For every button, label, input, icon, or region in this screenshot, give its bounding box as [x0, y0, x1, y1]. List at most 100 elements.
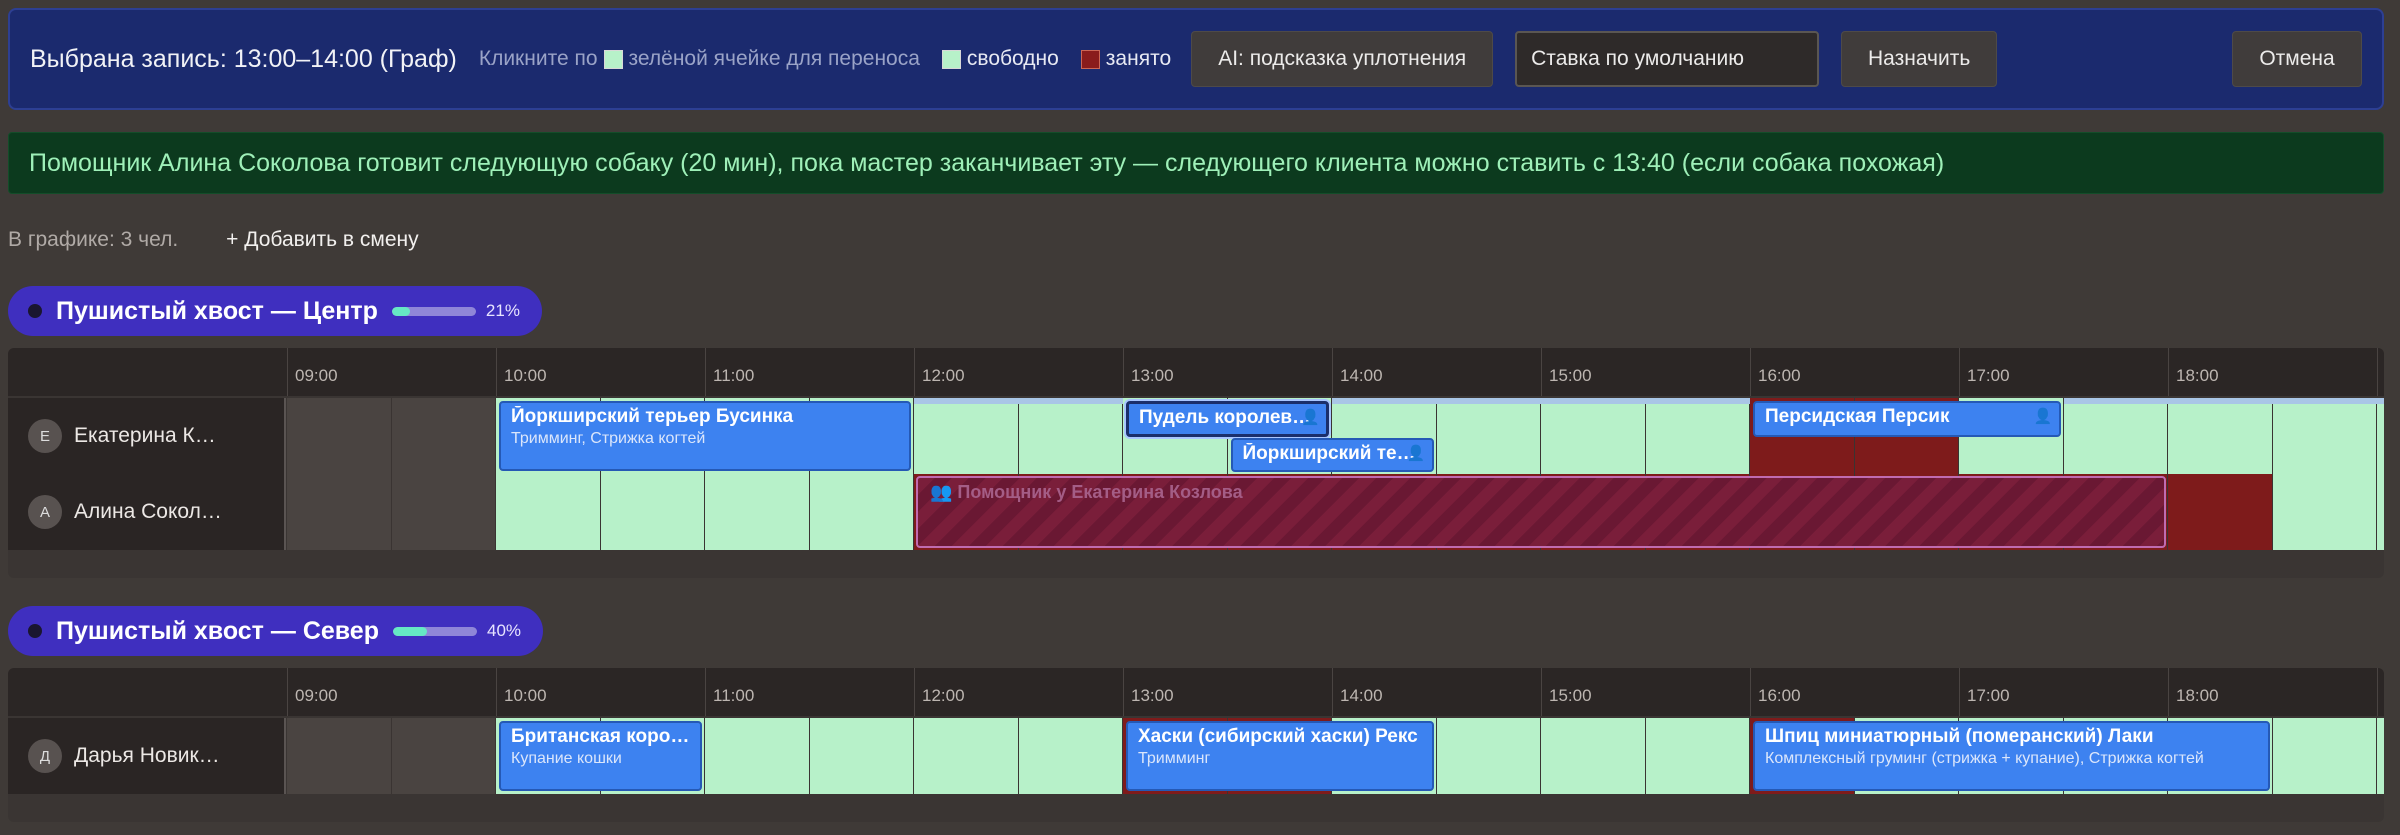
slot-cell-free[interactable] [1018, 398, 1123, 474]
slot-cell-free[interactable] [1541, 398, 1646, 474]
staff-name-cell[interactable]: А Алина Сокол… [8, 474, 286, 550]
selected-record-label: Выбрана запись: 13:00–14:00 (Граф) [30, 44, 457, 73]
hour-label: 10:00 [504, 686, 547, 705]
hour-divider [496, 668, 497, 716]
person-icon: 👤 [1406, 445, 1426, 462]
staff-name-cell[interactable]: Е Екатерина К… [8, 398, 286, 474]
slot-cell-off [287, 718, 392, 794]
slot-cell-free[interactable] [705, 474, 810, 550]
add-to-shift-button[interactable]: + Добавить в смену [226, 228, 418, 252]
person-icon: 👤 [1301, 409, 1320, 426]
slot-cell-free[interactable] [496, 474, 601, 550]
salon-header-center[interactable]: Пушистый хвост — Центр 21% [8, 286, 542, 336]
slot-cell-free[interactable] [2377, 398, 2384, 474]
hour-label: 16:00 [1758, 686, 1801, 705]
slot-cell-free[interactable] [1436, 398, 1541, 474]
salon-name: Пушистый хвост — Центр [56, 296, 378, 325]
hour-divider [287, 668, 288, 716]
slot-cell-off [287, 474, 392, 550]
hour-divider [1123, 668, 1124, 716]
cancel-button[interactable]: Отмена [2232, 31, 2362, 87]
salon-name: Пушистый хвост — Север [56, 616, 379, 645]
appointment-title: Британская коро… [511, 726, 690, 747]
slot-cell-free[interactable] [1645, 718, 1750, 794]
salon-header-north[interactable]: Пушистый хвост — Север 40% [8, 606, 544, 656]
slot-top-strip [2063, 398, 2384, 404]
hour-divider [2377, 348, 2378, 396]
hour-divider [1123, 348, 1124, 396]
appointment-card[interactable]: Йоркширский те… 👤 [1230, 438, 1434, 472]
slot-cell-free[interactable] [600, 474, 705, 550]
hour-divider [2377, 668, 2378, 716]
avatar: Д [28, 739, 62, 773]
slot-cell-free[interactable] [2272, 398, 2377, 474]
slot-cell-free[interactable] [1018, 718, 1123, 794]
slot-cell-off [391, 398, 496, 474]
hour-divider [496, 348, 497, 396]
assign-button[interactable]: Назначить [1841, 31, 1998, 87]
salon-load-pct: 21% [485, 301, 520, 320]
staff-row: А Алина Сокол… 👥 Помощник у Екатерина Козл… [8, 474, 2384, 550]
hour-label: 10:00 [504, 366, 547, 385]
hour-label: 12:00 [922, 366, 965, 385]
avatar: А [28, 495, 62, 529]
hour-divider [914, 348, 915, 396]
helper-info-banner: Помощник Алина Соколова готовит следующу… [8, 132, 2384, 194]
slot-cell-free[interactable] [809, 718, 914, 794]
hour-divider [1332, 668, 1333, 716]
slot-cell-free[interactable] [914, 718, 1019, 794]
slot-cell-free[interactable] [914, 398, 1019, 474]
appointment-card[interactable]: Шпиц миниатюрный (померанский) Лаки Компл… [1753, 721, 2270, 791]
staff-row: Е Екатерина К… Йоркширский терьер Бусинка Т… [8, 398, 2384, 474]
salon-load-bar [391, 306, 476, 316]
hour-label: 17:00 [1967, 366, 2010, 385]
hour-divider [1541, 348, 1542, 396]
appointment-card[interactable]: Персидская Персик 👤 [1753, 401, 2061, 437]
hour-label: 18:00 [2176, 366, 2219, 385]
ai-compaction-button[interactable]: AI: подсказка уплотнения [1191, 31, 1494, 87]
appointment-card[interactable]: Британская коро… Купание кошки [499, 721, 702, 791]
slot-cell-free[interactable] [1541, 718, 1646, 794]
slot-cell-free[interactable] [2063, 398, 2168, 474]
appointment-card[interactable]: Йоркширский терьер Бусинка Тримминг, Стри… [499, 401, 911, 471]
slot-cell-free[interactable] [1645, 398, 1750, 474]
staff-name-cell[interactable]: Д Дарья Новик… [8, 718, 286, 794]
appointment-card-selected[interactable]: Пудель королев… 👤 [1126, 401, 1329, 437]
slot-cell-free[interactable] [2377, 474, 2384, 550]
hint-text-before: Кликните по [478, 47, 598, 70]
salon-dot-icon [28, 304, 42, 318]
hour-label: 18:00 [2176, 686, 2219, 705]
hint-text-after: зелёной ячейке для переноса [628, 47, 920, 70]
hour-divider [1750, 348, 1751, 396]
slot-cell-free[interactable] [2272, 718, 2377, 794]
slot-cell-free[interactable] [705, 718, 810, 794]
rate-select[interactable] [1515, 31, 1820, 87]
hour-divider [1959, 668, 1960, 716]
salon-load-pct: 40% [487, 621, 522, 640]
appointment-title: Персидская Персик [1765, 406, 1950, 427]
hour-label: 11:00 [713, 686, 755, 705]
slot-top-strip [914, 398, 1123, 404]
slot-cell-off [391, 474, 496, 550]
slot-cell-free[interactable] [2272, 474, 2377, 550]
helper-assignment-block[interactable]: 👥 Помощник у Екатерина Козлова [916, 476, 2166, 548]
hour-divider [914, 668, 915, 716]
slot-cell-free[interactable] [2168, 398, 2273, 474]
appointment-title: Хаски (сибирский хаски) Рекс [1138, 726, 1418, 747]
hour-divider [705, 348, 706, 396]
salon-load-fill [393, 626, 427, 636]
appointment-card[interactable]: Хаски (сибирский хаски) Рекс Тримминг [1126, 721, 1434, 791]
hour-label: 15:00 [1549, 366, 1592, 385]
slot-top-strip [1332, 398, 1541, 404]
legend-busy-label: занято [1105, 47, 1172, 70]
hour-label: 14:00 [1340, 366, 1383, 385]
hour-divider [2168, 668, 2169, 716]
hour-label: 13:00 [1131, 366, 1174, 385]
slot-cell-free[interactable] [809, 474, 914, 550]
hour-divider [1750, 668, 1751, 716]
hour-divider [1332, 348, 1333, 396]
salon-dot-icon [28, 624, 42, 638]
slot-cell-free[interactable] [1436, 718, 1541, 794]
slot-cell-free[interactable] [2377, 718, 2384, 794]
person-icon: 👤 [2033, 408, 2053, 425]
